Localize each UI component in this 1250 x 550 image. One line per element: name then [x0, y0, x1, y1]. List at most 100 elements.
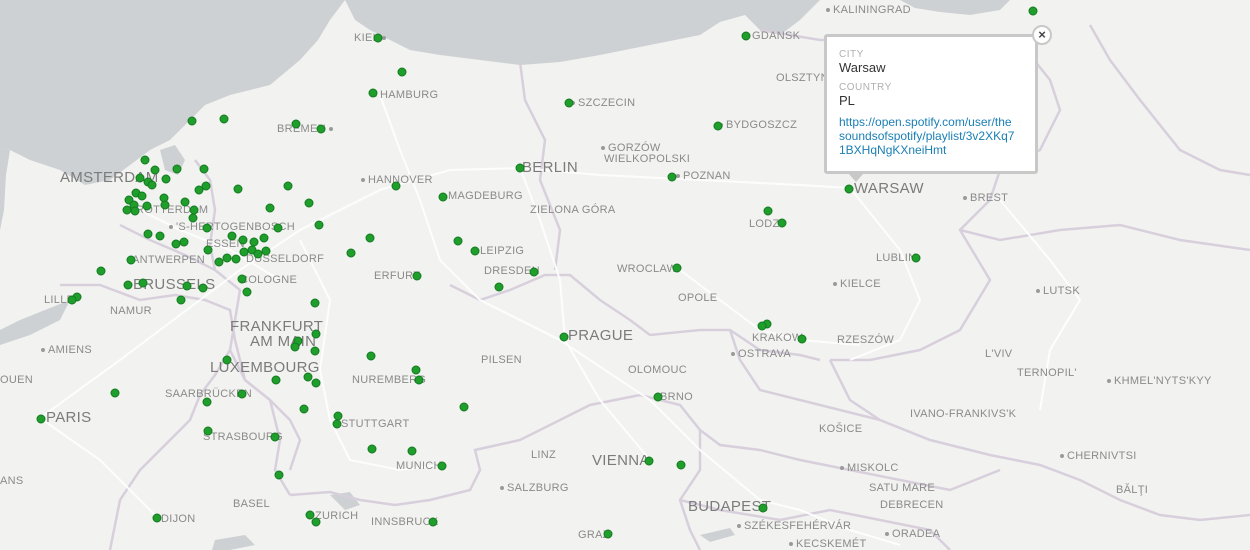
city-marker[interactable]	[667, 172, 677, 182]
city-marker[interactable]	[176, 295, 186, 305]
city-marker[interactable]	[172, 164, 182, 174]
city-marker[interactable]	[676, 460, 686, 470]
city-marker[interactable]	[515, 163, 525, 173]
city-marker[interactable]	[368, 88, 378, 98]
city-marker[interactable]	[155, 231, 165, 241]
city-marker[interactable]	[237, 274, 247, 284]
city-marker[interactable]	[137, 191, 147, 201]
city-marker[interactable]	[202, 223, 212, 233]
city-marker[interactable]	[171, 239, 181, 249]
city-marker[interactable]	[428, 517, 438, 527]
city-marker[interactable]	[239, 247, 249, 257]
city-marker[interactable]	[367, 444, 377, 454]
city-marker[interactable]	[188, 213, 198, 223]
city-marker[interactable]	[332, 419, 342, 429]
popup-playlist-link[interactable]: https://open.spotify.com/user/the sounds…	[839, 115, 1024, 157]
city-marker[interactable]	[346, 248, 356, 258]
city-marker[interactable]	[304, 198, 314, 208]
city-marker[interactable]	[797, 334, 807, 344]
city-marker[interactable]	[316, 124, 326, 134]
city-marker[interactable]	[142, 201, 152, 211]
city-marker[interactable]	[411, 365, 421, 375]
map-canvas[interactable]: Kaliningrad Gdansk Olsztyn Kiel Hamburg Szcze…	[0, 0, 1250, 550]
city-marker[interactable]	[310, 298, 320, 308]
city-marker[interactable]	[126, 255, 136, 265]
city-marker[interactable]	[187, 116, 197, 126]
city-marker[interactable]	[453, 236, 463, 246]
city-marker[interactable]	[672, 263, 682, 273]
city-marker[interactable]	[844, 184, 854, 194]
city-marker[interactable]	[138, 278, 148, 288]
city-marker[interactable]	[438, 192, 448, 202]
city-marker[interactable]	[150, 165, 160, 175]
city-marker[interactable]	[130, 206, 140, 216]
city-marker[interactable]	[147, 180, 157, 190]
city-marker[interactable]	[270, 432, 280, 442]
city-marker[interactable]	[283, 181, 293, 191]
city-marker[interactable]	[271, 375, 281, 385]
city-marker[interactable]	[311, 517, 321, 527]
city-marker[interactable]	[110, 388, 120, 398]
city-marker[interactable]	[199, 164, 209, 174]
city-marker[interactable]	[365, 233, 375, 243]
city-marker[interactable]	[713, 121, 723, 131]
city-marker[interactable]	[140, 155, 150, 165]
city-marker[interactable]	[529, 267, 539, 277]
city-marker[interactable]	[201, 181, 211, 191]
city-marker[interactable]	[237, 389, 247, 399]
city-marker[interactable]	[202, 397, 212, 407]
city-marker[interactable]	[123, 280, 133, 290]
city-marker[interactable]	[143, 229, 153, 239]
city-marker[interactable]	[214, 257, 224, 267]
city-marker[interactable]	[180, 197, 190, 207]
city-marker[interactable]	[238, 235, 248, 245]
city-marker[interactable]	[414, 375, 424, 385]
city-marker[interactable]	[366, 351, 376, 361]
city-marker[interactable]	[407, 446, 417, 456]
city-marker[interactable]	[311, 378, 321, 388]
city-marker[interactable]	[160, 200, 170, 210]
city-marker[interactable]	[391, 181, 401, 191]
city-marker[interactable]	[758, 503, 768, 513]
city-marker[interactable]	[373, 33, 383, 43]
city-marker[interactable]	[494, 282, 504, 292]
city-marker[interactable]	[311, 329, 321, 339]
city-marker[interactable]	[182, 281, 192, 291]
city-marker[interactable]	[412, 271, 422, 281]
city-marker[interactable]	[259, 233, 269, 243]
city-marker[interactable]	[459, 402, 469, 412]
city-marker[interactable]	[299, 404, 309, 414]
city-marker[interactable]	[222, 253, 232, 263]
city-marker[interactable]	[67, 295, 77, 305]
city-marker[interactable]	[559, 332, 569, 342]
city-marker[interactable]	[644, 456, 654, 466]
city-marker[interactable]	[253, 249, 263, 259]
city-marker[interactable]	[911, 253, 921, 263]
city-marker[interactable]	[219, 114, 229, 124]
city-marker[interactable]	[777, 218, 787, 228]
city-marker[interactable]	[198, 283, 208, 293]
city-marker[interactable]	[653, 392, 663, 402]
city-marker[interactable]	[96, 266, 106, 276]
city-marker[interactable]	[273, 223, 283, 233]
city-marker[interactable]	[265, 203, 275, 213]
city-marker[interactable]	[179, 237, 189, 247]
city-marker[interactable]	[274, 470, 284, 480]
city-marker[interactable]	[310, 346, 320, 356]
city-marker[interactable]	[757, 321, 767, 331]
city-marker[interactable]	[290, 342, 300, 352]
city-marker[interactable]	[741, 31, 751, 41]
city-marker[interactable]	[231, 254, 241, 264]
city-marker[interactable]	[203, 426, 213, 436]
city-marker[interactable]	[261, 246, 271, 256]
city-marker[interactable]	[227, 231, 237, 241]
city-marker[interactable]	[233, 184, 243, 194]
city-marker[interactable]	[314, 220, 324, 230]
close-icon[interactable]: ×	[1032, 25, 1052, 45]
city-marker[interactable]	[36, 414, 46, 424]
city-marker[interactable]	[242, 287, 252, 297]
city-marker[interactable]	[564, 98, 574, 108]
city-marker[interactable]	[470, 246, 480, 256]
city-marker[interactable]	[763, 206, 773, 216]
city-marker[interactable]	[203, 245, 213, 255]
